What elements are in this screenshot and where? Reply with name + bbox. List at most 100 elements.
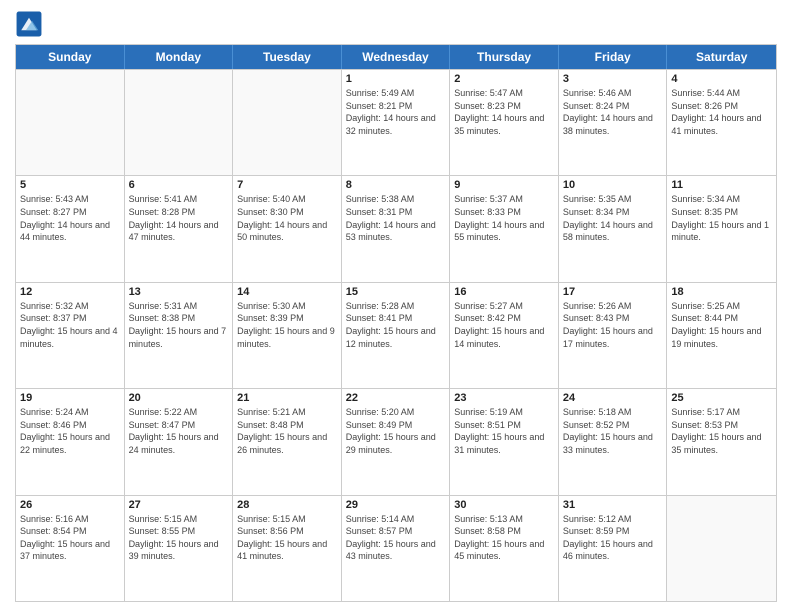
cell-info: Sunrise: 5:49 AMSunset: 8:21 PMDaylight:… — [346, 87, 446, 137]
cell-day-number: 9 — [454, 179, 554, 191]
cell-info: Sunrise: 5:27 AMSunset: 8:42 PMDaylight:… — [454, 300, 554, 350]
calendar-cell: 10 Sunrise: 5:35 AMSunset: 8:34 PMDayligh… — [559, 176, 668, 281]
cell-day-number: 24 — [563, 392, 663, 404]
cell-day-number: 29 — [346, 499, 446, 511]
calendar-row: 12Sunrise: 5:32 AMSunset: 8:37 PMDayligh… — [16, 282, 776, 388]
calendar-cell: 11Sunrise: 5:34 AMSunset: 8:35 PMDayligh… — [667, 176, 776, 281]
cell-day-number: 19 — [20, 392, 120, 404]
calendar-cell: 18 Sunrise: 5:25 AMSunset: 8:44 PMDayligh… — [667, 283, 776, 388]
calendar-header-cell: Sunday — [16, 45, 125, 69]
cell-day-number: 30 — [454, 499, 554, 511]
cell-info: Sunrise: 5:44 AMSunset: 8:26 PMDaylight:… — [671, 87, 772, 137]
cell-info: Sunrise: 5:15 AMSunset: 8:56 PMDaylight:… — [237, 513, 337, 563]
calendar-cell — [125, 70, 234, 175]
cell-info: Sunrise: 5:14 AMSunset: 8:57 PMDaylight:… — [346, 513, 446, 563]
cell-info: Sunrise: 5:37 AMSunset: 8:33 PMDaylight:… — [454, 193, 554, 243]
cell-day-number: 2 — [454, 73, 554, 85]
calendar-cell: 24 Sunrise: 5:18 AMSunset: 8:52 PMDayligh… — [559, 389, 668, 494]
cell-info: Sunrise: 5:16 AMSunset: 8:54 PMDaylight:… — [20, 513, 120, 563]
cell-day-number: 13 — [129, 286, 229, 298]
calendar-cell: 12Sunrise: 5:32 AMSunset: 8:37 PMDayligh… — [16, 283, 125, 388]
cell-info: Sunrise: 5:26 AMSunset: 8:43 PMDaylight:… — [563, 300, 663, 350]
calendar-cell — [667, 496, 776, 601]
calendar-cell: 3Sunrise: 5:46 AMSunset: 8:24 PMDaylight… — [559, 70, 668, 175]
cell-info: Sunrise: 5:35 AMSunset: 8:34 PMDaylight:… — [563, 193, 663, 243]
cell-info: Sunrise: 5:32 AMSunset: 8:37 PMDaylight:… — [20, 300, 120, 350]
cell-day-number: 23 — [454, 392, 554, 404]
calendar-cell: 31 Sunrise: 5:12 AMSunset: 8:59 PMDayligh… — [559, 496, 668, 601]
calendar-cell: 5 Sunrise: 5:43 AMSunset: 8:27 PMDaylight… — [16, 176, 125, 281]
cell-info: Sunrise: 5:18 AMSunset: 8:52 PMDaylight:… — [563, 406, 663, 456]
cell-day-number: 7 — [237, 179, 337, 191]
logo-icon — [15, 10, 43, 38]
calendar-row: 19 Sunrise: 5:24 AMSunset: 8:46 PMDayligh… — [16, 388, 776, 494]
cell-day-number: 31 — [563, 499, 663, 511]
calendar-row: 1 Sunrise: 5:49 AMSunset: 8:21 PMDaylight… — [16, 69, 776, 175]
cell-day-number: 26 — [20, 499, 120, 511]
calendar-header-cell: Wednesday — [342, 45, 451, 69]
cell-info: Sunrise: 5:41 AMSunset: 8:28 PMDaylight:… — [129, 193, 229, 243]
cell-info: Sunrise: 5:25 AMSunset: 8:44 PMDaylight:… — [671, 300, 772, 350]
cell-info: Sunrise: 5:43 AMSunset: 8:27 PMDaylight:… — [20, 193, 120, 243]
cell-day-number: 18 — [671, 286, 772, 298]
cell-day-number: 14 — [237, 286, 337, 298]
cell-day-number: 16 — [454, 286, 554, 298]
calendar-header-cell: Thursday — [450, 45, 559, 69]
cell-info: Sunrise: 5:24 AMSunset: 8:46 PMDaylight:… — [20, 406, 120, 456]
cell-day-number: 22 — [346, 392, 446, 404]
cell-info: Sunrise: 5:46 AMSunset: 8:24 PMDaylight:… — [563, 87, 663, 137]
cell-day-number: 11 — [671, 179, 772, 191]
cell-day-number: 8 — [346, 179, 446, 191]
calendar-cell: 29 Sunrise: 5:14 AMSunset: 8:57 PMDayligh… — [342, 496, 451, 601]
calendar-cell: 6 Sunrise: 5:41 AMSunset: 8:28 PMDaylight… — [125, 176, 234, 281]
calendar-cell: 14 Sunrise: 5:30 AMSunset: 8:39 PMDayligh… — [233, 283, 342, 388]
calendar-header-cell: Tuesday — [233, 45, 342, 69]
calendar-cell: 22 Sunrise: 5:20 AMSunset: 8:49 PMDayligh… — [342, 389, 451, 494]
calendar-cell: 2 Sunrise: 5:47 AMSunset: 8:23 PMDaylight… — [450, 70, 559, 175]
calendar-header-cell: Monday — [125, 45, 234, 69]
calendar-cell: 15 Sunrise: 5:28 AMSunset: 8:41 PMDayligh… — [342, 283, 451, 388]
calendar-cell: 26 Sunrise: 5:16 AMSunset: 8:54 PMDayligh… — [16, 496, 125, 601]
cell-info: Sunrise: 5:47 AMSunset: 8:23 PMDaylight:… — [454, 87, 554, 137]
calendar-header-cell: Friday — [559, 45, 668, 69]
cell-day-number: 17 — [563, 286, 663, 298]
calendar-cell: 19 Sunrise: 5:24 AMSunset: 8:46 PMDayligh… — [16, 389, 125, 494]
calendar: SundayMondayTuesdayWednesdayThursdayFrid… — [15, 44, 777, 602]
calendar-cell: 4 Sunrise: 5:44 AMSunset: 8:26 PMDaylight… — [667, 70, 776, 175]
logo — [15, 10, 45, 38]
cell-info: Sunrise: 5:20 AMSunset: 8:49 PMDaylight:… — [346, 406, 446, 456]
cell-day-number: 27 — [129, 499, 229, 511]
calendar-cell — [233, 70, 342, 175]
calendar-cell: 9 Sunrise: 5:37 AMSunset: 8:33 PMDaylight… — [450, 176, 559, 281]
cell-day-number: 25 — [671, 392, 772, 404]
calendar-cell: 20 Sunrise: 5:22 AMSunset: 8:47 PMDayligh… — [125, 389, 234, 494]
cell-info: Sunrise: 5:22 AMSunset: 8:47 PMDaylight:… — [129, 406, 229, 456]
calendar-cell: 16 Sunrise: 5:27 AMSunset: 8:42 PMDayligh… — [450, 283, 559, 388]
cell-day-number: 1 — [346, 73, 446, 85]
cell-info: Sunrise: 5:12 AMSunset: 8:59 PMDaylight:… — [563, 513, 663, 563]
calendar-cell: 28Sunrise: 5:15 AMSunset: 8:56 PMDayligh… — [233, 496, 342, 601]
cell-info: Sunrise: 5:19 AMSunset: 8:51 PMDaylight:… — [454, 406, 554, 456]
calendar-cell: 30Sunrise: 5:13 AMSunset: 8:58 PMDayligh… — [450, 496, 559, 601]
cell-info: Sunrise: 5:31 AMSunset: 8:38 PMDaylight:… — [129, 300, 229, 350]
cell-day-number: 21 — [237, 392, 337, 404]
cell-day-number: 6 — [129, 179, 229, 191]
calendar-row: 26 Sunrise: 5:16 AMSunset: 8:54 PMDayligh… — [16, 495, 776, 601]
header — [15, 10, 777, 38]
calendar-cell: 25Sunrise: 5:17 AMSunset: 8:53 PMDayligh… — [667, 389, 776, 494]
cell-day-number: 15 — [346, 286, 446, 298]
calendar-header: SundayMondayTuesdayWednesdayThursdayFrid… — [16, 45, 776, 69]
calendar-cell: 13 Sunrise: 5:31 AMSunset: 8:38 PMDayligh… — [125, 283, 234, 388]
cell-info: Sunrise: 5:30 AMSunset: 8:39 PMDaylight:… — [237, 300, 337, 350]
calendar-body: 1 Sunrise: 5:49 AMSunset: 8:21 PMDaylight… — [16, 69, 776, 601]
cell-info: Sunrise: 5:28 AMSunset: 8:41 PMDaylight:… — [346, 300, 446, 350]
cell-day-number: 5 — [20, 179, 120, 191]
cell-day-number: 20 — [129, 392, 229, 404]
cell-day-number: 10 — [563, 179, 663, 191]
calendar-row: 5 Sunrise: 5:43 AMSunset: 8:27 PMDaylight… — [16, 175, 776, 281]
page: SundayMondayTuesdayWednesdayThursdayFrid… — [0, 0, 792, 612]
calendar-cell: 17 Sunrise: 5:26 AMSunset: 8:43 PMDayligh… — [559, 283, 668, 388]
cell-info: Sunrise: 5:21 AMSunset: 8:48 PMDaylight:… — [237, 406, 337, 456]
cell-day-number: 4 — [671, 73, 772, 85]
calendar-cell: 21 Sunrise: 5:21 AMSunset: 8:48 PMDayligh… — [233, 389, 342, 494]
